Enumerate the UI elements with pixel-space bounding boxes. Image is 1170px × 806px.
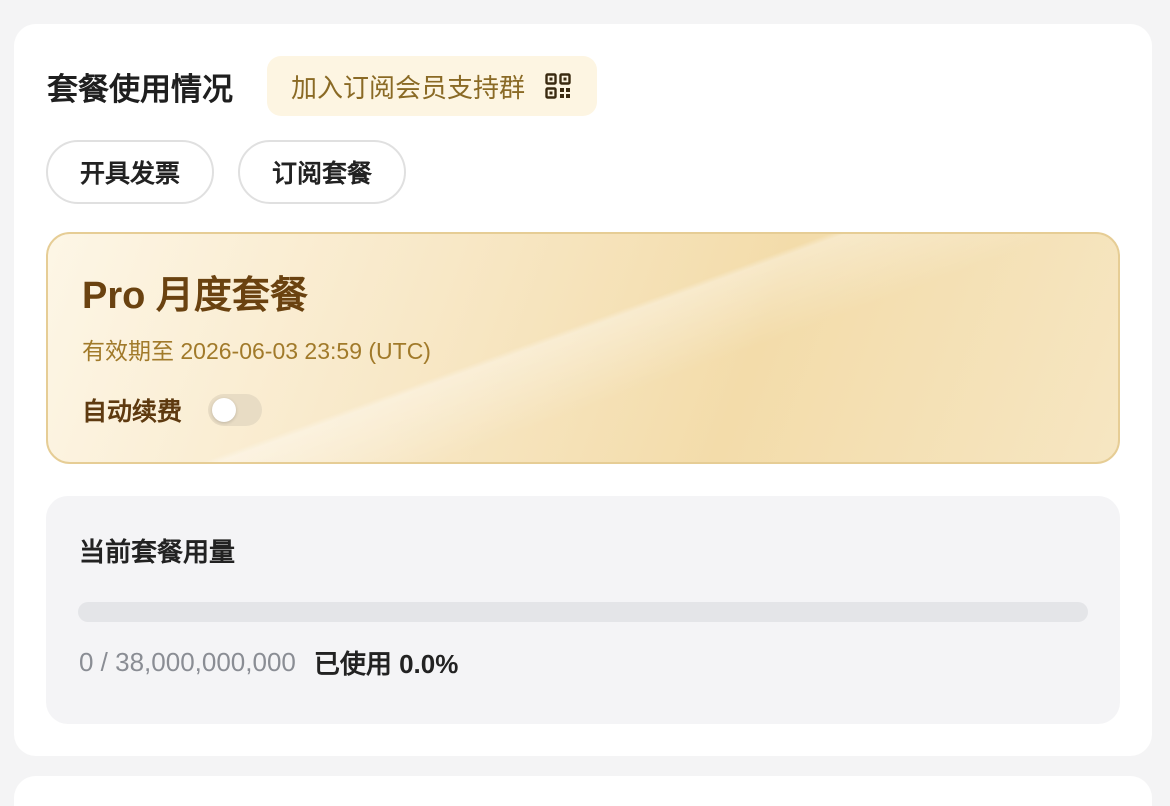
usage-count: 0 / 38,000,000,000 xyxy=(79,647,296,677)
subscription-actions: 开具发票 订阅套餐 xyxy=(46,140,430,204)
toggle-knob xyxy=(212,398,237,422)
subscribe-plan-button[interactable]: 订阅套餐 xyxy=(238,140,407,204)
usage-progress-bar xyxy=(78,602,1088,622)
qr-code-icon xyxy=(545,73,571,99)
usage-title: 当前套餐用量 xyxy=(79,537,236,567)
join-support-group-label: 加入订阅会员支持群 xyxy=(291,72,526,103)
plan-expiry: 有效期至 2026-06-03 23:59 (UTC) xyxy=(82,338,431,364)
subscription-card: 套餐使用情况 加入订阅会员支持群 开具发票 订阅套餐 Pro 月度套餐 有效期至… xyxy=(14,24,1152,756)
usage-stats: 0 / 38,000,000,000 已使用 0.0% xyxy=(79,644,458,681)
plan-card: Pro 月度套餐 有效期至 2026-06-03 23:59 (UTC) 自动续… xyxy=(46,232,1120,464)
auto-renew-label: 自动续费 xyxy=(82,398,183,426)
auto-renew-row: 自动续费 xyxy=(82,392,263,428)
usage-panel: 当前套餐用量 0 / 38,000,000,000 已使用 0.0% xyxy=(46,496,1120,724)
join-support-group-button[interactable]: 加入订阅会员支持群 xyxy=(267,56,598,116)
next-card-edge xyxy=(14,776,1152,806)
page-title: 套餐使用情况 xyxy=(47,71,233,107)
issue-invoice-button[interactable]: 开具发票 xyxy=(46,140,215,204)
usage-percent: 已使用 0.0% xyxy=(313,649,459,679)
plan-name: Pro 月度套餐 xyxy=(82,275,308,317)
auto-renew-toggle[interactable] xyxy=(208,394,263,426)
subscription-header: 套餐使用情况 加入订阅会员支持群 xyxy=(47,56,598,116)
